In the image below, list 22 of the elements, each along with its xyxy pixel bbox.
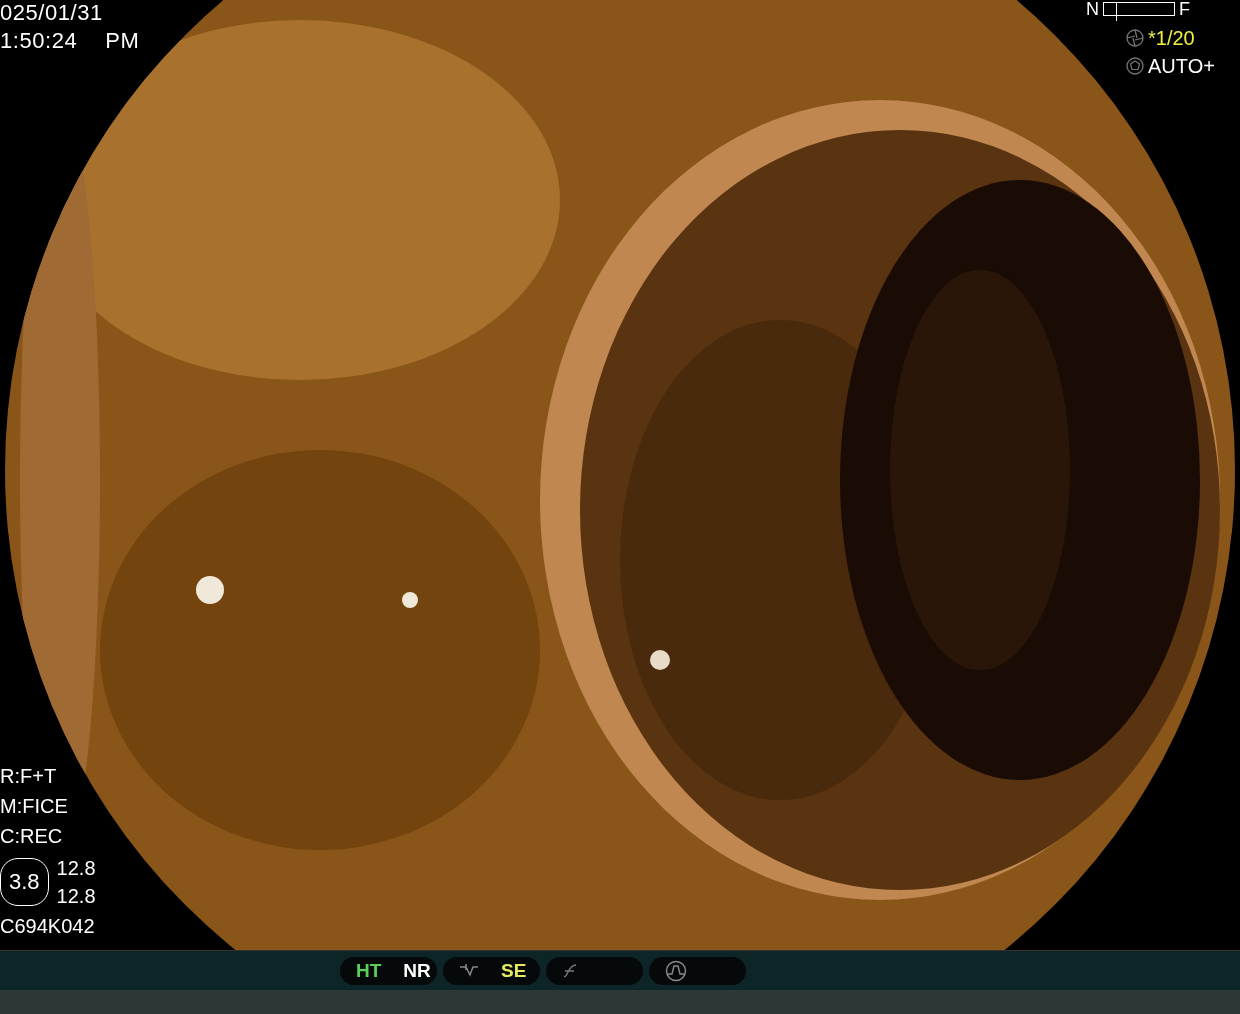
info-text: R:F+T (0, 766, 58, 786)
date-text: 025/01/31 (0, 2, 104, 24)
exposure-text: *1/20 (1148, 28, 1195, 48)
zoom-value: 3.8 (0, 858, 49, 906)
zoom-reading: 12.8 (56, 858, 96, 878)
time-text: 1:50:24 (0, 30, 78, 52)
mode-label: NR (403, 961, 431, 980)
curve-icon (562, 961, 578, 980)
aperture-icon (1126, 57, 1144, 75)
info-text: C:REC (0, 826, 64, 846)
near-label: N (1086, 0, 1099, 18)
exposure-text: AUTO+ (1148, 56, 1215, 76)
mode-label: HT (356, 961, 382, 980)
serial-text: C694K042 (0, 916, 96, 936)
shutter-icon (1126, 29, 1144, 47)
ampm-text: PM (105, 30, 140, 52)
far-label: F (1179, 0, 1190, 18)
waveform-icon (665, 959, 687, 982)
mode-label: SE (501, 961, 527, 980)
info-text: M:FICE (0, 796, 69, 816)
curve-icon (459, 962, 479, 979)
zoom-reading: 12.8 (56, 886, 96, 906)
